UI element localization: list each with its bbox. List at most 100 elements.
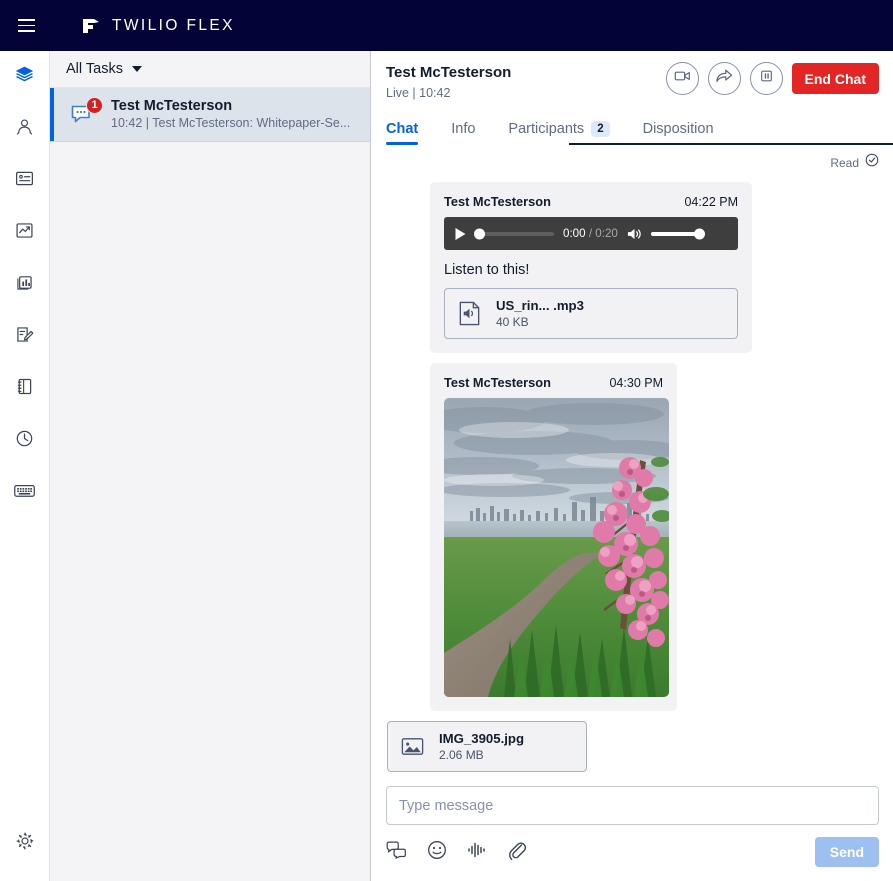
tab-disposition[interactable]: Disposition [643, 121, 714, 145]
brand-title: TWILIO FLEX [112, 16, 235, 34]
tab-participants[interactable]: Participants 2 [508, 121, 610, 145]
caret-down-icon [131, 66, 142, 72]
message-author: Test McTesterson [444, 375, 551, 390]
volume-slider-knob[interactable] [693, 228, 705, 239]
gear-icon [15, 831, 35, 856]
left-navigation-rail [0, 51, 50, 881]
sidebar-item-agent-desktop[interactable] [0, 51, 50, 103]
sidebar-item-real-time-dashboard[interactable] [0, 207, 50, 259]
task-unread-badge: 1 [86, 96, 103, 114]
message-timestamp: 04:22 PM [684, 195, 738, 209]
task-preview: 10:42 | Test McTesterson: Whitepaper-Se.… [111, 116, 351, 130]
start-video-button[interactable] [665, 62, 699, 95]
task-list-item[interactable]: 1 Test McTesterson 10:42 | Test McTester… [50, 88, 370, 142]
sidebar-item-settings[interactable] [0, 817, 50, 869]
sidebar-item-directory[interactable] [0, 363, 50, 415]
agents-icon [14, 116, 35, 142]
twilio-flex-app: TWILIO FLEX All Tasks 1 Test McTesterson… [0, 0, 893, 881]
message-input[interactable] [386, 786, 879, 825]
twilio-logo-icon [81, 16, 101, 36]
task-list-panel: All Tasks 1 Test McTesterson 10:42 | Tes… [50, 51, 371, 881]
trend-chart-icon [14, 220, 35, 246]
keyboard-icon [13, 480, 36, 506]
volume-slider[interactable] [650, 228, 705, 239]
clock-icon [14, 428, 35, 454]
message-timestamp: 04:30 PM [609, 376, 663, 390]
video-camera-icon [674, 69, 691, 88]
contact-list-icon [14, 168, 35, 194]
task-icon-wrapper: 1 [70, 96, 103, 128]
chat-bubble-icon [70, 105, 98, 132]
attachment-filesize: 40 KB [496, 315, 529, 329]
hamburger-menu-icon[interactable] [13, 13, 39, 39]
task-text-block: Test McTesterson 10:42 | Test McTesterso… [111, 97, 360, 132]
composer-toolbar: Send [386, 837, 879, 867]
attachment-filesize: 2.06 MB [439, 748, 484, 762]
message-bubble-audio: Test McTesterson 04:22 PM 0:00 / 0:20 Li… [430, 182, 752, 353]
attachment-card-image[interactable]: IMG_3905.jpg 2.06 MB [387, 721, 587, 772]
transfer-task-button[interactable] [707, 62, 741, 95]
chat-status-line: Live | 10:42 [386, 86, 451, 100]
quick-responses-button[interactable] [386, 841, 407, 864]
tab-info[interactable]: Info [451, 121, 475, 145]
top-header-bar: TWILIO FLEX [0, 0, 893, 51]
sidebar-item-insights-dashboards[interactable] [0, 259, 50, 311]
forward-arrow-icon [715, 68, 733, 89]
attachment-filename: IMG_3905.jpg [439, 731, 525, 746]
notebook-icon [14, 376, 35, 402]
attachment-card-audio[interactable]: US_rin... .mp3 40 KB [444, 288, 738, 339]
participants-count-badge: 2 [591, 121, 610, 137]
audio-player[interactable]: 0:00 / 0:20 [444, 217, 738, 250]
task-filter-dropdown[interactable]: All Tasks [50, 51, 370, 88]
layers-icon [14, 64, 35, 90]
message-image-preview[interactable] [444, 398, 669, 697]
tab-disposition-label: Disposition [642, 121, 714, 137]
audio-file-icon [456, 300, 483, 327]
tab-info-label: Info [451, 121, 476, 137]
emoji-picker-button[interactable] [427, 840, 447, 865]
chat-header-actions: End Chat [665, 62, 879, 95]
record-audio-button[interactable] [467, 841, 487, 864]
sidebar-item-keyboard-shortcuts[interactable] [0, 467, 50, 519]
end-chat-button[interactable]: End Chat [791, 63, 879, 94]
sidebar-item-queues-stats[interactable] [0, 155, 50, 207]
message-author: Test McTesterson [444, 194, 551, 209]
message-meta-row: Test McTesterson 04:30 PM [444, 375, 663, 390]
task-filter-label: All Tasks [66, 61, 123, 77]
brand-logo-block: TWILIO FLEX [81, 16, 235, 36]
audio-duration: 0:20 [595, 227, 618, 240]
emoji-icon [427, 840, 447, 865]
sidebar-item-forms[interactable] [0, 311, 50, 363]
attachment-text-block: IMG_3905.jpg 2.06 MB [439, 731, 524, 762]
task-title: Test McTesterson [111, 98, 233, 114]
chat-panel: Test McTesterson Live | 10:42 End Chat C… [372, 51, 893, 881]
audio-waveform-icon [467, 841, 487, 864]
pause-icon [759, 69, 774, 88]
check-circle-icon [865, 153, 879, 172]
volume-icon[interactable] [627, 227, 642, 241]
bar-chart-icon [14, 272, 35, 298]
audio-progress-knob[interactable] [474, 228, 485, 239]
sidebar-item-agents[interactable] [0, 103, 50, 155]
read-receipt-row: Read [386, 145, 879, 182]
play-icon[interactable] [454, 227, 467, 241]
tab-participants-label: Participants [508, 121, 585, 137]
attach-file-button[interactable] [507, 840, 527, 865]
quick-responses-icon [386, 841, 407, 864]
chat-header: Test McTesterson Live | 10:42 End Chat C… [372, 51, 893, 145]
chat-header-top-row: Test McTesterson Live | 10:42 End Chat [386, 62, 879, 102]
message-list[interactable]: Read Test McTesterson 04:22 PM 0:00 / 0:… [372, 145, 893, 778]
attachment-filename: US_rin... .mp3 [496, 298, 584, 313]
send-button[interactable]: Send [814, 837, 879, 867]
message-composer: Send [372, 778, 893, 881]
paperclip-icon [507, 840, 527, 865]
audio-time-separator: / [588, 227, 593, 240]
message-meta-row: Test McTesterson 04:22 PM [444, 194, 738, 209]
chat-contact-name: Test McTesterson [386, 64, 512, 81]
hold-task-button[interactable] [749, 62, 783, 95]
tab-chat[interactable]: Chat [386, 121, 419, 145]
audio-progress-slider[interactable] [474, 228, 554, 239]
sidebar-item-history[interactable] [0, 415, 50, 467]
chat-tab-bar: Chat Info Participants 2 Disposition [386, 114, 893, 145]
tab-chat-label: Chat [386, 121, 419, 137]
